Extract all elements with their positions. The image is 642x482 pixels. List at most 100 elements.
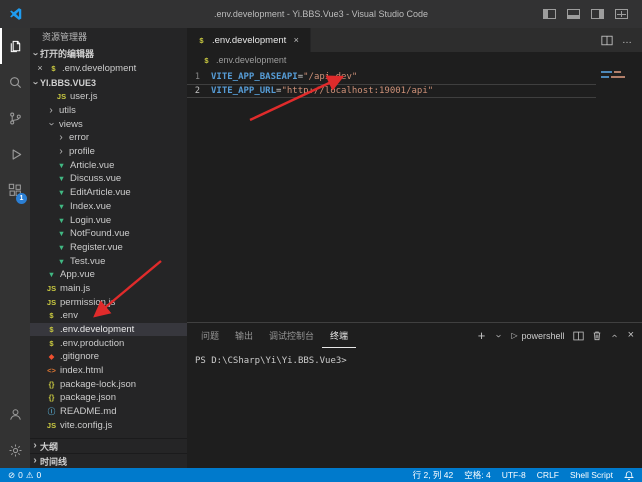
new-terminal-icon[interactable]: + xyxy=(478,329,486,342)
chevron-right-icon: › xyxy=(30,456,40,466)
code-editor[interactable]: 1VITE_APP_BASEAPI="/api-dev"2VITE_APP_UR… xyxy=(187,68,642,322)
json-icon: {} xyxy=(46,380,57,389)
tree-item-label: NotFound.vue xyxy=(70,228,130,239)
open-editor-item[interactable]: × $ .env.development xyxy=(30,61,187,75)
tree-item-article-vue[interactable]: ▼Article.vue xyxy=(30,158,187,172)
tree-item-label: package.json xyxy=(60,392,116,403)
chevron-right-icon: › xyxy=(56,147,66,157)
tree-item-editarticle-vue[interactable]: ▼EditArticle.vue xyxy=(30,186,187,200)
vscode-logo-icon[interactable] xyxy=(9,7,23,21)
account-icon[interactable] xyxy=(0,396,30,432)
panel-tab-debug-console[interactable]: 调试控制台 xyxy=(261,323,322,348)
chevron-down-icon: › xyxy=(30,49,40,59)
tree-item-discuss-vue[interactable]: ▼Discuss.vue xyxy=(30,172,187,186)
tree-item-views[interactable]: ›views xyxy=(30,117,187,131)
terminal-output[interactable]: PS D:\CSharp\Yi\Yi.BBS.Vue3> xyxy=(187,348,642,468)
tree-item-utils[interactable]: ›utils xyxy=(30,104,187,118)
status-encoding[interactable]: UTF-8 xyxy=(502,470,526,480)
open-editors-header[interactable]: › 打开的编辑器 xyxy=(30,46,187,61)
tree-item-env-development[interactable]: $.env.development xyxy=(30,323,187,337)
vue-icon: ▼ xyxy=(56,243,67,252)
maximize-panel-chevron-up-icon[interactable]: › xyxy=(610,331,620,341)
explorer-icon[interactable] xyxy=(0,28,30,64)
env-icon: $ xyxy=(46,311,57,320)
search-icon[interactable] xyxy=(0,64,30,100)
tree-item-package-json[interactable]: {}package.json xyxy=(30,391,187,405)
tree-item-env-production[interactable]: $.env.production xyxy=(30,336,187,350)
env-icon: $ xyxy=(201,56,212,65)
status-eol[interactable]: CRLF xyxy=(537,470,559,480)
tree-item-user-js[interactable]: JSuser.js xyxy=(30,90,187,104)
split-terminal-icon[interactable] xyxy=(573,331,584,341)
source-control-icon[interactable] xyxy=(0,100,30,136)
tree-item-label: profile xyxy=(69,146,95,157)
tree-item-test-vue[interactable]: ▼Test.vue xyxy=(30,254,187,268)
code-line-1[interactable]: 1VITE_APP_BASEAPI="/api-dev" xyxy=(187,70,596,84)
panel-tab-output[interactable]: 输出 xyxy=(227,323,261,348)
js-icon: JS xyxy=(46,284,57,293)
panel-tab-problems[interactable]: 问题 xyxy=(193,323,227,348)
status-right-items: 行 2, 列 42 空格: 4 UTF-8 CRLF Shell Script xyxy=(413,469,613,481)
code-line-2[interactable]: 2VITE_APP_URL="http://localhost:19001/ap… xyxy=(187,84,596,98)
split-editor-icon[interactable] xyxy=(601,35,613,46)
tree-item-error[interactable]: ›error xyxy=(30,131,187,145)
tree-item-label: Article.vue xyxy=(70,160,114,171)
tree-item-index-html[interactable]: <>index.html xyxy=(30,364,187,378)
tree-item-env[interactable]: $.env xyxy=(30,309,187,323)
status-language-mode[interactable]: Shell Script xyxy=(570,470,613,480)
tree-item-package-lock-json[interactable]: {}package-lock.json xyxy=(30,377,187,391)
vue-icon: ▼ xyxy=(56,257,67,266)
tree-item-main-js[interactable]: JSmain.js xyxy=(30,282,187,296)
toggle-secondary-sidebar-icon[interactable] xyxy=(591,9,604,19)
panel-tab-terminal[interactable]: 终端 xyxy=(322,323,356,348)
js-icon: JS xyxy=(46,421,57,430)
close-panel-icon[interactable]: × xyxy=(628,330,634,341)
close-icon[interactable]: × xyxy=(35,63,45,73)
tree-item-app-vue[interactable]: ▼App.vue xyxy=(30,268,187,282)
tree-item-readme-md[interactable]: ⓘREADME.md xyxy=(30,405,187,419)
extensions-icon[interactable]: 1 xyxy=(0,172,30,208)
customize-layout-icon[interactable] xyxy=(615,9,628,19)
breadcrumb[interactable]: $ .env.development xyxy=(187,52,642,68)
tree-item-register-vue[interactable]: ▼Register.vue xyxy=(30,241,187,255)
chevron-down-icon[interactable]: › xyxy=(493,331,503,341)
js-icon: JS xyxy=(56,92,67,101)
status-problems[interactable]: ⊘ 0 ⚠ 0 xyxy=(8,470,41,481)
warning-icon: ⚠ xyxy=(26,470,34,481)
tab-env-development[interactable]: $ .env.development × xyxy=(187,28,311,52)
toggle-primary-sidebar-icon[interactable] xyxy=(543,9,556,19)
terminal-shell-select[interactable]: ▷ powershell xyxy=(511,331,564,341)
tree-item-login-vue[interactable]: ▼Login.vue xyxy=(30,213,187,227)
tree-item-label: permission.js xyxy=(60,297,115,308)
extensions-badge: 1 xyxy=(16,193,27,204)
notifications-bell-icon[interactable] xyxy=(624,470,634,481)
settings-gear-icon[interactable] xyxy=(0,432,30,468)
kill-terminal-trash-icon[interactable] xyxy=(592,330,602,341)
tree-item-label: .env.development xyxy=(60,324,134,335)
status-cursor-position[interactable]: 行 2, 列 42 xyxy=(413,469,454,481)
run-debug-icon[interactable] xyxy=(0,136,30,172)
tree-item-vite-config-js[interactable]: JSvite.config.js xyxy=(30,419,187,433)
vue-icon: ▼ xyxy=(56,202,67,211)
breadcrumb-item[interactable]: .env.development xyxy=(216,55,286,65)
env-icon: $ xyxy=(46,339,57,348)
section-label: 大纲 xyxy=(40,440,58,453)
section-timeline[interactable]: ›时间线 xyxy=(30,453,187,468)
tree-item-index-vue[interactable]: ▼Index.vue xyxy=(30,200,187,214)
js-icon: JS xyxy=(46,298,57,307)
chevron-down-icon: › xyxy=(30,78,40,88)
project-root-header[interactable]: › YI.BBS.VUE3 xyxy=(30,75,187,90)
tree-item-permission-js[interactable]: JSpermission.js xyxy=(30,295,187,309)
tree-item-notfound-vue[interactable]: ▼NotFound.vue xyxy=(30,227,187,241)
section-outline[interactable]: ›大纲 xyxy=(30,438,187,453)
close-icon[interactable]: × xyxy=(291,35,301,45)
json-icon: {} xyxy=(46,393,57,402)
status-indentation[interactable]: 空格: 4 xyxy=(464,469,490,481)
tree-item-label: README.md xyxy=(60,406,116,417)
minimap[interactable] xyxy=(598,68,642,322)
tree-item-profile[interactable]: ›profile xyxy=(30,145,187,159)
vue-icon: ▼ xyxy=(56,174,67,183)
tree-item-gitignore[interactable]: ◆.gitignore xyxy=(30,350,187,364)
toggle-panel-icon[interactable] xyxy=(567,9,580,19)
more-actions-icon[interactable]: … xyxy=(622,35,632,46)
